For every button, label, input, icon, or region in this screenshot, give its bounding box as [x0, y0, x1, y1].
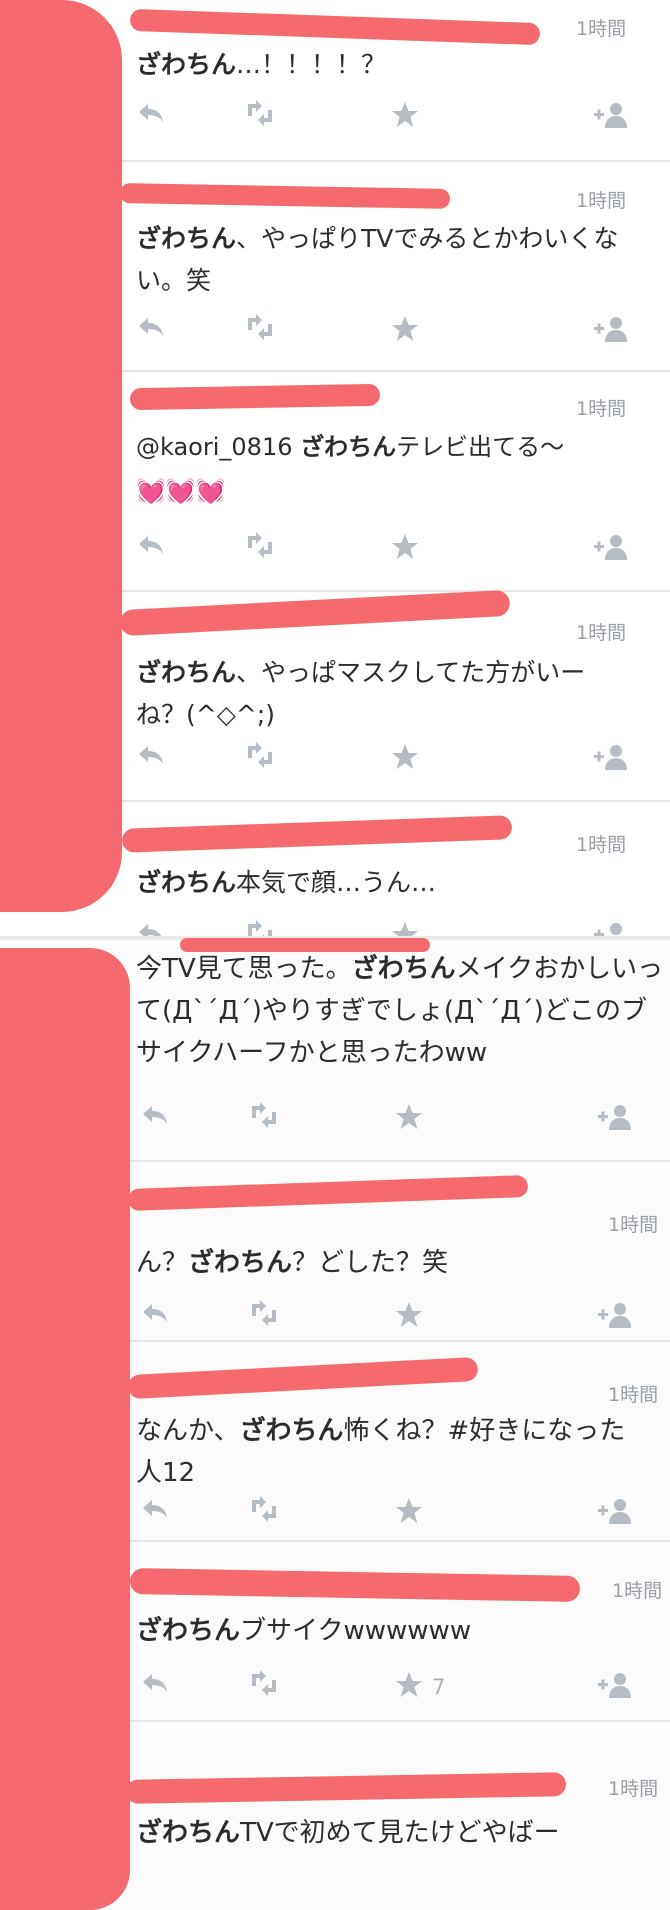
- favorite-icon[interactable]: 7: [394, 1670, 445, 1704]
- favorite-icon[interactable]: [390, 532, 420, 566]
- retweet-icon[interactable]: [242, 742, 278, 776]
- retweet-icon[interactable]: [246, 1300, 282, 1334]
- tweet-body: ？どした？笑: [292, 1248, 449, 1278]
- reply-icon[interactable]: [140, 1102, 170, 1136]
- tweet-body: なんか、: [136, 1416, 240, 1446]
- follow-icon[interactable]: [592, 314, 628, 348]
- tweet-text: ざわちんブサイクwwwwww: [136, 1610, 658, 1652]
- redaction-mark: [0, 0, 122, 912]
- follow-icon[interactable]: [592, 532, 628, 566]
- tweet-timestamp: 1時間: [576, 190, 627, 212]
- follow-icon[interactable]: [592, 100, 628, 134]
- favorite-count: 7: [432, 1675, 446, 1699]
- reply-icon[interactable]: [136, 742, 166, 776]
- tweet-body: 本気で顔…うん…: [236, 868, 437, 897]
- tweet-body: 今TV見て思った。: [136, 954, 352, 984]
- favorite-icon[interactable]: [394, 1300, 424, 1334]
- tweet-text: ざわちん本気で顔…うん…: [136, 862, 658, 904]
- follow-icon[interactable]: [596, 1496, 632, 1530]
- reply-icon[interactable]: [140, 1300, 170, 1334]
- tweet-actions: [140, 1300, 660, 1334]
- retweet-icon[interactable]: [242, 100, 278, 134]
- favorite-icon[interactable]: [390, 100, 420, 134]
- tweet-actions: [136, 742, 656, 776]
- tweet-actions: [140, 1496, 660, 1530]
- retweet-icon[interactable]: [242, 532, 278, 566]
- tweet-actions: [140, 1102, 660, 1136]
- reply-icon[interactable]: [136, 100, 166, 134]
- tweet-text: ざわちん、やっぱりTVでみるとかわいくない。笑: [136, 218, 630, 302]
- follow-icon[interactable]: [596, 1300, 632, 1334]
- tweet-keyword: ざわちん: [136, 1616, 241, 1646]
- tweet-timestamp: 1時間: [576, 398, 627, 420]
- follow-icon[interactable]: [596, 1670, 632, 1704]
- retweet-icon[interactable]: [246, 1102, 282, 1136]
- tweet-keyword: ざわちん: [136, 50, 237, 79]
- favorite-icon[interactable]: [390, 314, 420, 348]
- tweet-text: 今TV見て思った。ざわちんメイクおかしいって(ДˋˊДˊ)やりすぎでしょ(Дˋˊ…: [136, 948, 670, 1074]
- follow-icon[interactable]: [596, 1102, 632, 1136]
- follow-icon[interactable]: [592, 742, 628, 776]
- tweet-mention[interactable]: @kaori_0816: [136, 433, 300, 461]
- tweet-text: @kaori_0816 ざわちんテレビ出てる〜 💓💓💓: [136, 426, 658, 512]
- redaction-mark: [180, 938, 430, 952]
- tweet-body: ん？: [136, 1248, 189, 1278]
- tweet-keyword: ざわちん: [239, 1416, 344, 1446]
- tweet-body: ブサイクwwwwww: [240, 1616, 472, 1646]
- favorite-icon[interactable]: [394, 1102, 424, 1136]
- retweet-icon[interactable]: [246, 1670, 282, 1704]
- tweet-keyword: ざわちん: [136, 658, 237, 687]
- tweet-text: ん？ざわちん？どした？笑: [136, 1242, 658, 1284]
- tweet-timestamp: 1時間: [576, 834, 627, 856]
- reply-icon[interactable]: [136, 314, 166, 348]
- tweet-keyword: ざわちん: [351, 954, 456, 984]
- tweet-text: ざわちん、やっぱマスクしてた方がいーね？(^◇^;): [136, 652, 630, 736]
- tweet-keyword: ざわちん: [136, 868, 237, 897]
- redaction-mark: [0, 948, 130, 1910]
- tweet-timestamp: 1時間: [608, 1214, 659, 1236]
- tweet-keyword: ざわちん: [136, 1818, 241, 1848]
- retweet-icon[interactable]: [246, 1496, 282, 1530]
- tweet-text: ざわちんTVで初めて見たけどやばー: [136, 1812, 580, 1854]
- tweet-timestamp: 1時間: [608, 1384, 659, 1406]
- tweet-keyword: ざわちん: [188, 1248, 293, 1278]
- tweet-timestamp: 1時間: [612, 1580, 663, 1602]
- tweet-actions: [136, 532, 656, 566]
- tweet-actions: [136, 100, 656, 134]
- reply-icon[interactable]: [136, 532, 166, 566]
- reply-icon[interactable]: [140, 1670, 170, 1704]
- tweet-text: なんか、ざわちん怖くね？#好きになった人12: [136, 1410, 650, 1494]
- retweet-icon[interactable]: [242, 314, 278, 348]
- reply-icon[interactable]: [140, 1496, 170, 1530]
- tweet-actions: 7: [140, 1670, 660, 1704]
- tweet-body: TVで初めて見たけどやばー: [240, 1818, 560, 1848]
- tweet-body: テレビ出てる〜: [396, 433, 565, 461]
- tweet-timestamp: 1時間: [608, 1778, 659, 1800]
- tweet-timestamp: 1時間: [576, 18, 627, 40]
- tweet-keyword: ざわちん: [136, 224, 237, 253]
- tweet-timestamp: 1時間: [576, 622, 627, 644]
- tweet-body: …！！！！？: [236, 50, 387, 79]
- favorite-icon[interactable]: [394, 1496, 424, 1530]
- tweet-actions: [136, 314, 656, 348]
- redaction-mark: [129, 383, 381, 411]
- tweet-keyword: ざわちん: [300, 433, 397, 461]
- heart-emoji: 💓💓💓: [136, 477, 226, 505]
- tweet-text: ざわちん…！！！！？: [136, 44, 658, 86]
- favorite-icon[interactable]: [390, 742, 420, 776]
